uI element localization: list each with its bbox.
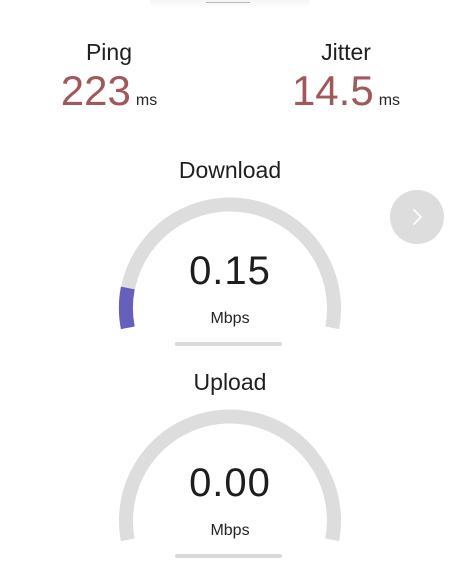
- jitter-unit: ms: [378, 92, 401, 109]
- upload-unit: Mbps: [210, 522, 250, 539]
- download-progress-bar: [175, 342, 282, 346]
- top-link-underline[interactable]: [206, 0, 250, 3]
- upload-gauge: Upload 0.00 Mbps: [117, 367, 343, 577]
- jitter-value-row: 14.5 ms: [266, 69, 426, 113]
- ping-unit: ms: [135, 92, 158, 109]
- jitter-metric: Jitter 14.5 ms: [266, 38, 426, 113]
- ping-value-row: 223 ms: [29, 69, 189, 113]
- upload-progress-bar: [175, 554, 282, 558]
- ping-metric: Ping 223 ms: [29, 38, 189, 113]
- chevron-right-icon: [413, 209, 422, 225]
- download-value: 0.15: [189, 249, 271, 293]
- next-button[interactable]: [390, 190, 444, 244]
- upload-value: 0.00: [189, 461, 271, 505]
- download-gauge: Download 0.15 Mbps: [117, 155, 343, 365]
- jitter-label: Jitter: [321, 39, 371, 65]
- ping-label: Ping: [85, 39, 133, 65]
- jitter-value: 14.5: [291, 67, 374, 114]
- download-unit: Mbps: [210, 310, 250, 327]
- ping-value: 223: [60, 67, 131, 114]
